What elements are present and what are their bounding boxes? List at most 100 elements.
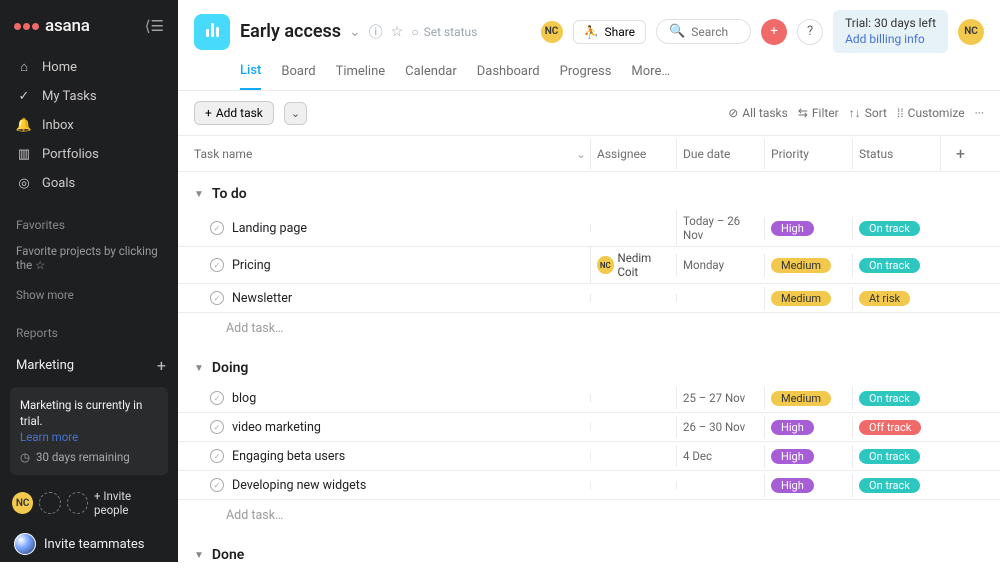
section-header[interactable]: ▼Done	[178, 533, 1000, 571]
cell-priority[interactable]: High	[764, 217, 852, 240]
filter-button[interactable]: ⇆ Filter	[798, 106, 839, 120]
cell-due-date[interactable]: 25 – 27 Nov	[676, 387, 764, 409]
team-row[interactable]: Marketing +	[0, 348, 178, 383]
cell-assignee[interactable]	[590, 224, 676, 232]
chevron-down-icon[interactable]: ⌄	[572, 147, 590, 161]
tab-progress[interactable]: Progress	[560, 62, 612, 89]
tab-board[interactable]: Board	[281, 62, 315, 89]
help-button[interactable]: ?	[797, 19, 823, 45]
sidebar-item-my-tasks[interactable]: ✓My Tasks	[0, 82, 178, 111]
collapse-sidebar-icon[interactable]: ⟨☰	[145, 17, 164, 35]
customize-button[interactable]: ⁞⁞ Customize	[897, 106, 965, 120]
section-header[interactable]: ▼Doing	[178, 346, 1000, 384]
share-button[interactable]: ⛹Share	[573, 20, 647, 44]
cell-due-date[interactable]: Monday	[676, 254, 764, 276]
add-task-inline[interactable]: Add task…	[178, 500, 1000, 533]
cell-due-date[interactable]	[676, 294, 764, 302]
cell-assignee[interactable]: NCNedim Coit	[590, 247, 676, 283]
cell-due-date[interactable]: 4 Dec	[676, 445, 764, 467]
trial-learn-more-link[interactable]: Learn more	[20, 429, 158, 445]
complete-checkbox[interactable]	[210, 449, 224, 463]
add-task-button[interactable]: + Add task	[194, 101, 274, 125]
empty-avatar-icon[interactable]	[67, 492, 88, 514]
task-row[interactable]: PricingNCNedim CoitMondayMediumOn track	[178, 247, 1000, 284]
info-icon[interactable]: ⓘ	[369, 22, 383, 42]
header-user-avatar[interactable]: NC	[541, 21, 563, 43]
cell-priority[interactable]: High	[764, 416, 852, 439]
invite-people-link[interactable]: + Invite people	[94, 489, 166, 517]
task-row[interactable]: NewsletterMediumAt risk	[178, 284, 1000, 313]
sidebar-item-inbox[interactable]: 🔔Inbox	[0, 111, 178, 140]
cell-status[interactable]: At risk	[852, 287, 940, 310]
chevron-down-icon[interactable]: ⌄	[349, 24, 361, 40]
tab-more[interactable]: More…	[631, 62, 670, 89]
cell-status[interactable]: On track	[852, 254, 940, 277]
cell-due-date[interactable]: Today – 26 Nov	[676, 210, 764, 246]
cell-priority[interactable]: Medium	[764, 387, 852, 410]
cell-priority[interactable]: High	[764, 474, 852, 497]
cell-assignee[interactable]	[590, 452, 676, 460]
all-tasks-filter[interactable]: ⊘ All tasks	[728, 106, 788, 120]
complete-checkbox[interactable]	[210, 478, 224, 492]
project-title[interactable]: Early access	[240, 21, 341, 42]
section-caret-icon[interactable]: ▼	[194, 189, 204, 200]
add-project-icon[interactable]: +	[157, 356, 166, 375]
tab-list[interactable]: List	[240, 61, 261, 90]
add-task-inline[interactable]: Add task…	[178, 313, 1000, 346]
trial-banner[interactable]: Trial: 30 days left Add billing info	[833, 10, 948, 53]
cell-priority[interactable]: High	[764, 445, 852, 468]
complete-checkbox[interactable]	[210, 258, 224, 272]
cell-assignee[interactable]	[590, 423, 676, 431]
col-assignee[interactable]: Assignee	[590, 139, 676, 169]
task-row[interactable]: Developing new widgetsHighOn track	[178, 471, 1000, 500]
cell-due-date[interactable]	[676, 481, 764, 489]
empty-avatar-icon[interactable]	[39, 492, 60, 514]
sidebar-item-goals[interactable]: ◎Goals	[0, 169, 178, 198]
cell-due-date[interactable]: 26 – 30 Nov	[676, 416, 764, 438]
search-input[interactable]	[691, 25, 746, 39]
add-column-button[interactable]: +	[940, 136, 980, 171]
cell-status[interactable]: On track	[852, 217, 940, 240]
user-avatar[interactable]: NC	[12, 492, 33, 514]
col-task-name[interactable]: Task name ⌄	[194, 139, 590, 169]
col-due-date[interactable]: Due date	[676, 139, 764, 169]
task-row[interactable]: blog25 – 27 NovMediumOn track	[178, 384, 1000, 413]
add-billing-link[interactable]: Add billing info	[845, 32, 936, 48]
cell-assignee[interactable]	[590, 481, 676, 489]
section-caret-icon[interactable]: ▼	[194, 550, 204, 561]
complete-checkbox[interactable]	[210, 221, 224, 235]
tab-timeline[interactable]: Timeline	[336, 62, 386, 89]
show-more-link[interactable]: Show more	[0, 278, 178, 312]
col-status[interactable]: Status	[852, 139, 940, 169]
cell-priority[interactable]: Medium	[764, 287, 852, 310]
more-actions-button[interactable]: ···	[975, 106, 984, 120]
tab-calendar[interactable]: Calendar	[405, 62, 457, 89]
complete-checkbox[interactable]	[210, 291, 224, 305]
cell-priority[interactable]: Medium	[764, 254, 852, 277]
cell-assignee[interactable]	[590, 294, 676, 302]
cell-status[interactable]: On track	[852, 445, 940, 468]
cell-status[interactable]: On track	[852, 474, 940, 497]
sort-button[interactable]: ↑↓ Sort	[849, 106, 887, 120]
cell-assignee[interactable]	[590, 394, 676, 402]
tab-dashboard[interactable]: Dashboard	[477, 62, 540, 89]
cell-status[interactable]: On track	[852, 387, 940, 410]
cell-status[interactable]: Off track	[852, 416, 940, 439]
set-status-button[interactable]: ○Set status	[411, 25, 477, 39]
sidebar-item-portfolios[interactable]: ▥Portfolios	[0, 140, 178, 169]
col-priority[interactable]: Priority	[764, 139, 852, 169]
search-box[interactable]: 🔍	[656, 19, 751, 44]
task-row[interactable]: Landing pageToday – 26 NovHighOn track	[178, 210, 1000, 247]
project-icon[interactable]	[194, 14, 230, 50]
omni-add-button[interactable]: +	[761, 19, 787, 45]
section-caret-icon[interactable]: ▼	[194, 363, 204, 374]
add-task-dropdown[interactable]: ⌄	[284, 102, 307, 125]
task-row[interactable]: Engaging beta users4 DecHighOn track	[178, 442, 1000, 471]
complete-checkbox[interactable]	[210, 420, 224, 434]
profile-avatar[interactable]: NC	[958, 19, 984, 45]
sidebar-item-home[interactable]: ⌂Home	[0, 52, 178, 82]
task-row[interactable]: video marketing26 – 30 NovHighOff track	[178, 413, 1000, 442]
invite-teammates-button[interactable]: Invite teammates	[0, 523, 178, 565]
asana-logo[interactable]: asana	[14, 16, 90, 36]
complete-checkbox[interactable]	[210, 391, 224, 405]
